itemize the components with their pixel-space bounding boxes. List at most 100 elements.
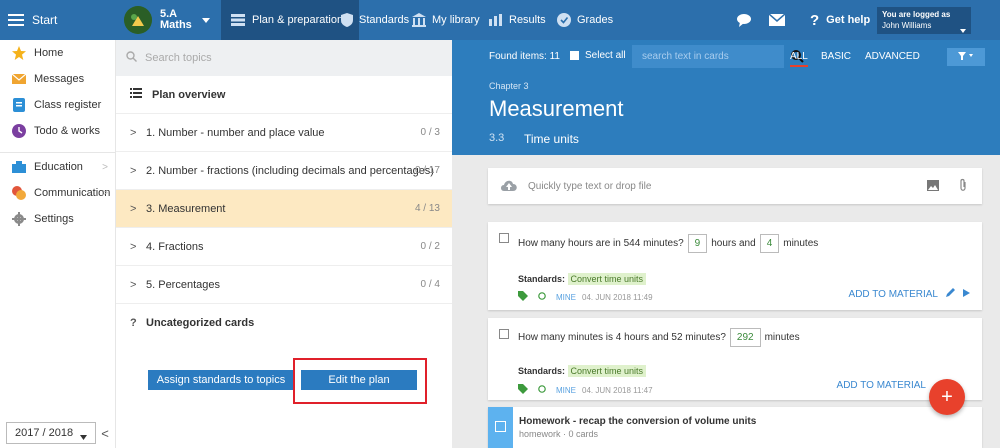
question-middle: hours and — [711, 238, 756, 249]
chevron-right-icon: > — [130, 240, 137, 253]
homework-subtitle: homework · 0 cards — [519, 429, 599, 439]
filter-button[interactable] — [947, 48, 985, 66]
topic-count: 0 / 4 — [420, 279, 440, 290]
quick-entry-card[interactable]: Quickly type text or drop file — [488, 168, 982, 204]
standard-tag[interactable]: Convert time units — [567, 365, 647, 377]
sidebar-item-label: Todo & works — [34, 125, 101, 137]
sidebar-item-label: Class register — [34, 99, 102, 111]
nav-standards[interactable]: Standards — [341, 0, 409, 40]
start-label: Start — [32, 13, 58, 27]
sidebar-item-education[interactable]: Education > — [0, 154, 116, 180]
filter-all-tab[interactable]: ALL — [790, 51, 808, 67]
topic-count: 0 / 17 — [414, 165, 440, 176]
page-title: Measurement — [489, 96, 624, 121]
card-search-input[interactable]: search text in cards — [632, 45, 804, 68]
sidebar-item-messages[interactable]: Messages — [0, 66, 116, 92]
standard-tag[interactable]: Convert time units — [567, 273, 647, 285]
chevron-right-icon: > — [130, 278, 137, 291]
sidebar-item-todo[interactable]: Todo & works — [0, 118, 116, 144]
grades-icon — [557, 13, 571, 27]
nav-grades[interactable]: Grades — [557, 0, 613, 40]
topic-count: 0 / 3 — [420, 127, 440, 138]
user-menu[interactable]: You are logged as John Williams — [877, 7, 971, 34]
checkbox-icon — [570, 51, 579, 60]
homework-card[interactable]: Homework - recap the conversion of volum… — [488, 407, 982, 448]
sidebar-item-class-register[interactable]: Class register — [0, 92, 116, 118]
plus-icon: + — [941, 385, 953, 408]
help-button[interactable]: ? Get help — [810, 0, 870, 40]
nav-library-label: My library — [432, 14, 480, 26]
sidebar-item-settings[interactable]: Settings — [0, 206, 116, 232]
question-text: How many hours are in 544 minutes? 9 hou… — [518, 234, 818, 253]
main-content: Found items: 11 Select all search text i… — [452, 40, 1000, 448]
sidebar-item-communication[interactable]: Communication > — [0, 180, 116, 206]
topic-item[interactable]: > 1. Number - number and place value 0 /… — [116, 114, 452, 152]
answer-box[interactable]: 4 — [759, 234, 780, 253]
chat-button[interactable] — [737, 0, 753, 40]
year-select[interactable]: 2017 / 2018 — [6, 422, 96, 444]
pencil-icon[interactable] — [946, 288, 955, 300]
add-to-material-button[interactable]: ADD TO MATERIAL — [849, 288, 970, 300]
start-menu[interactable]: Start — [8, 0, 57, 40]
sidebar-item-label: Home — [34, 47, 64, 59]
attachment-icon[interactable] — [959, 178, 967, 195]
plan-overview-label: Plan overview — [152, 88, 226, 101]
question-icon: ? — [810, 11, 820, 29]
list-icon — [130, 88, 152, 101]
topics-panel: Search topics Plan overview > 1. Number … — [116, 40, 452, 448]
mail-button[interactable] — [769, 0, 785, 40]
sidebar-item-home[interactable]: Home — [0, 40, 116, 66]
filter-advanced-tab[interactable]: ADVANCED — [865, 51, 920, 62]
quick-entry-placeholder: Quickly type text or drop file — [528, 180, 652, 192]
card-owner: MINE — [556, 292, 576, 302]
uncategorized-cards[interactable]: ? Uncategorized cards — [116, 304, 452, 342]
plan-overview[interactable]: Plan overview — [116, 76, 452, 114]
topic-item[interactable]: > 5. Percentages 0 / 4 — [116, 266, 452, 304]
card-meta: MINE 04. JUN 2018 11:49 — [518, 291, 653, 303]
collapse-sidebar-button[interactable]: < — [97, 422, 113, 444]
card-date: 04. JUN 2018 11:49 — [582, 292, 653, 302]
topic-search[interactable]: Search topics — [116, 40, 452, 76]
globe-icon — [538, 385, 546, 395]
add-to-material-button[interactable]: ADD TO MATERIAL — [837, 380, 926, 391]
play-icon[interactable] — [963, 288, 970, 300]
card-checkbox[interactable] — [499, 329, 509, 339]
assign-standards-button[interactable]: Assign standards to topics — [148, 370, 294, 390]
class-selector[interactable]: 5.A Maths — [124, 0, 210, 40]
homework-checkbox[interactable] — [495, 421, 506, 432]
topic-item[interactable]: > 2. Number - fractions (including decim… — [116, 152, 452, 190]
topic-item-selected[interactable]: > 3. Measurement 4 / 13 — [116, 190, 452, 228]
question-card[interactable]: How many hours are in 544 minutes? 9 hou… — [488, 222, 982, 310]
nav-results[interactable]: Results — [489, 0, 546, 40]
image-icon[interactable] — [927, 180, 939, 194]
card-meta: MINE 04. JUN 2018 11:47 — [518, 384, 653, 396]
answer-box[interactable]: 9 — [687, 234, 708, 253]
select-all-checkbox[interactable]: Select all — [570, 50, 626, 61]
topic-label: 4. Fractions — [146, 240, 204, 253]
chevron-right-icon: > — [102, 161, 108, 173]
shield-icon — [341, 13, 353, 27]
card-checkbox[interactable] — [499, 233, 509, 243]
sidebar-item-label: Settings — [34, 213, 74, 225]
chapter-header: Found items: 11 Select all search text i… — [452, 40, 1000, 155]
nav-plan-preparations[interactable]: Plan & preparations — [221, 0, 359, 40]
bar-chart-icon — [489, 14, 503, 26]
nav-standards-label: Standards — [359, 14, 410, 26]
card-search-placeholder: search text in cards — [642, 51, 729, 62]
caret-down-icon — [80, 431, 87, 443]
filter-basic-tab[interactable]: BASIC — [821, 51, 851, 62]
topic-count: 4 / 13 — [414, 203, 440, 214]
topic-item[interactable]: > 4. Fractions 0 / 2 — [116, 228, 452, 266]
envelope-icon — [12, 72, 26, 86]
search-icon — [126, 51, 137, 65]
question-suffix: minutes — [764, 332, 800, 343]
answer-box[interactable]: 292 — [729, 328, 761, 347]
login-label: You are logged as — [882, 10, 951, 19]
communication-icon — [12, 186, 26, 200]
nav-results-label: Results — [509, 14, 546, 26]
topic-count: 0 / 2 — [420, 241, 440, 252]
nav-library[interactable]: My library — [412, 0, 480, 40]
question-card[interactable]: How many minutes is 4 hours and 52 minut… — [488, 318, 982, 400]
card-date: 04. JUN 2018 11:47 — [582, 385, 653, 395]
add-fab-button[interactable]: + — [929, 379, 965, 415]
